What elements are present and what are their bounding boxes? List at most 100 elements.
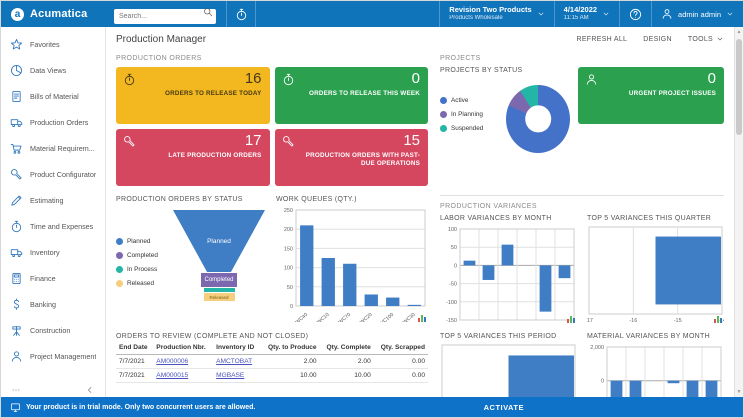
acumatica-app: a Acumatica Revision Two Products Produc… (0, 0, 744, 418)
sidebar-item-label: Data Views (30, 66, 66, 75)
legend-label: Completed (127, 252, 158, 259)
kpi-value: 15 (403, 132, 420, 149)
svg-text:WC20: WC20 (359, 312, 374, 322)
widget-title: TOP 5 VARIANCES THIS QUARTER (587, 215, 724, 222)
kpi-urgent-project-issues[interactable]: 0 URGENT PROJECT ISSUES (578, 67, 724, 124)
sidebar-item-inventory[interactable]: Inventory (1, 239, 105, 265)
column-header[interactable]: Inventory ID (213, 343, 261, 354)
widget-top5-variances-quarter[interactable]: TOP 5 VARIANCES THIS QUARTER -17-16-15-1… (587, 215, 724, 325)
widget-orders-to-review[interactable]: ORDERS TO REVIEW (COMPLETE AND NOT CLOSE… (116, 333, 428, 383)
record-link[interactable]: AMCTOBAT (216, 358, 252, 365)
column-header[interactable]: End Date (116, 343, 153, 354)
kpi-late-production-orders[interactable]: 17 LATE PRODUCTION ORDERS (116, 129, 270, 186)
stopwatch-icon (123, 73, 136, 86)
widget-production-orders-by-status[interactable]: PRODUCTION ORDERS BY STATUS PlannedCompl… (116, 196, 268, 324)
top5-quarter-chart[interactable]: -17-16-15-14 (587, 225, 724, 325)
sidebar-item-banking[interactable]: Banking (1, 291, 105, 317)
kpi-orders-to-release-this-week[interactable]: 0 ORDERS TO RELEASE THIS WEEK (275, 67, 429, 124)
sidebar-item-label: Bills of Material (30, 92, 79, 101)
svg-text:100: 100 (284, 266, 293, 272)
funnel-segment-in-process[interactable] (204, 288, 235, 292)
sidebar-item-material-requirem[interactable]: Material Requirem... (1, 135, 105, 161)
column-header[interactable]: Qty. Scrapped (374, 343, 428, 354)
time-tracking-button[interactable] (226, 1, 256, 27)
sidebar-item-product-configurator[interactable]: Product Configurator (1, 161, 105, 187)
activate-button[interactable]: ACTIVATE (484, 403, 734, 412)
design-button[interactable]: DESIGN (643, 36, 672, 43)
labor-variances-chart[interactable]: 100500-50-100-150 (440, 225, 577, 325)
record-link[interactable]: AM000006 (156, 358, 188, 365)
funnel-segment-planned[interactable]: Planned (173, 210, 265, 272)
tools-label: TOOLS (688, 36, 713, 43)
sidebar: Favorites Data Views Bills of Material Prod… (1, 27, 106, 397)
more-options-icon[interactable] (11, 385, 21, 395)
sidebar-item-production-orders[interactable]: Production Orders (1, 109, 105, 135)
tools-menu-button[interactable]: TOOLS (688, 35, 724, 43)
sidebar-item-bills-of-material[interactable]: Bills of Material (1, 83, 105, 109)
branch-sub: Products Wholesale (449, 15, 531, 22)
kpi-past-due-operations[interactable]: 15 PRODUCTION ORDERS WITH PAST-DUE OPERA… (275, 129, 429, 186)
user-icon (661, 8, 673, 20)
kpi-orders-to-release-today[interactable]: 16 ORDERS TO RELEASE TODAY (116, 67, 270, 124)
legend-item: In Planning (440, 111, 496, 118)
widget-top5-variances-period[interactable]: TOP 5 VARIANCES THIS PERIOD (440, 333, 577, 397)
status-funnel-chart[interactable]: PlannedCompleted Released (170, 206, 268, 324)
funnel-segment-completed[interactable]: Completed (201, 273, 237, 287)
sidebar-item-estimating[interactable]: Estimating (1, 187, 105, 213)
kpi-label: PRODUCTION ORDERS WITH PAST-DUE OPERATIO… (301, 152, 421, 168)
search-input[interactable] (114, 9, 216, 24)
scroll-down-arrow[interactable]: ▼ (735, 387, 743, 397)
column-header[interactable]: Qty. to Produce (261, 343, 320, 354)
trial-bar: Your product is in trial mode. Only two … (1, 397, 743, 417)
sidebar-item-data-views[interactable]: Data Views (1, 57, 105, 83)
sidebar-item-label: Production Orders (30, 118, 88, 127)
svg-text:100: 100 (448, 227, 457, 233)
table-row: 7/7/2021AM000015MGBASE10.0010.000.00 (116, 368, 428, 382)
sidebar-item-favorites[interactable]: Favorites (1, 31, 105, 57)
sidebar-item-time-and-expenses[interactable]: Time and Expenses (1, 213, 105, 239)
scrollbar-thumb[interactable] (736, 39, 742, 135)
kpi-label: ORDERS TO RELEASE THIS WEEK (301, 90, 421, 98)
search-box[interactable] (114, 5, 216, 24)
scroll-up-arrow[interactable]: ▲ (735, 27, 743, 37)
search-icon[interactable] (203, 7, 213, 17)
help-button[interactable] (619, 1, 651, 27)
vertical-scrollbar[interactable]: ▲ ▼ (734, 27, 743, 397)
wrench-icon (10, 168, 23, 181)
record-link[interactable]: AM000015 (156, 372, 188, 379)
business-date: 4/14/2022 (564, 6, 597, 15)
cart-icon (10, 142, 23, 155)
pie-legend: ActiveIn PlanningSuspended (440, 77, 496, 189)
refresh-all-button[interactable]: REFRESH ALL (576, 36, 627, 43)
column-header[interactable]: Production Nbr. (153, 343, 213, 354)
widget-projects-by-status[interactable]: PROJECTS BY STATUS ActiveIn PlanningSusp… (440, 67, 570, 189)
table-cell: 2.00 (320, 354, 374, 368)
acumatica-logo[interactable]: a Acumatica (1, 8, 106, 21)
calculator-icon (10, 272, 23, 285)
top5-period-chart[interactable] (440, 343, 577, 397)
column-header[interactable]: Qty. Complete (320, 343, 374, 354)
material-variances-chart[interactable]: 2,0000-2,000 (587, 343, 724, 397)
table-cell: AM000015 (153, 368, 213, 382)
widget-labor-variances[interactable]: LABOR VARIANCES BY MONTH 100500-50-100-1… (440, 215, 577, 325)
projects-donut-chart[interactable] (506, 85, 570, 153)
sidebar-item-finance[interactable]: Finance (1, 265, 105, 291)
user-menu[interactable]: admin admin (651, 1, 743, 27)
branch-selector[interactable]: Revision Two Products Products Wholesale (439, 1, 553, 27)
sidebar-item-construction[interactable]: Construction (1, 317, 105, 343)
collapse-sidebar-icon[interactable] (85, 385, 95, 395)
business-date-selector[interactable]: 4/14/2022 11:15 AM (554, 1, 619, 27)
widget-title: ORDERS TO REVIEW (COMPLETE AND NOT CLOSE… (116, 333, 428, 340)
logo-mark-icon: a (11, 8, 24, 21)
kpi-value: 0 (412, 70, 420, 87)
funnel-segment-released[interactable]: Released (204, 293, 235, 301)
sidebar-item-project-management[interactable]: Project Management (1, 343, 105, 369)
work-queues-chart[interactable]: 250200150100500WC40WC10WC70WC20WC100WC30 (276, 206, 428, 322)
widget-material-variances[interactable]: MATERIAL VARIANCES BY MONTH 2,0000-2,000 (587, 333, 724, 397)
widget-work-queues[interactable]: WORK QUEUES (QTY.) 250200150100500WC40WC… (276, 196, 428, 324)
table-cell: 10.00 (261, 368, 320, 382)
record-link[interactable]: MGBASE (216, 372, 244, 379)
section-production-orders: PRODUCTION ORDERS (116, 55, 428, 62)
page-title: Production Manager (116, 34, 206, 45)
kpi-value: 0 (708, 70, 716, 87)
